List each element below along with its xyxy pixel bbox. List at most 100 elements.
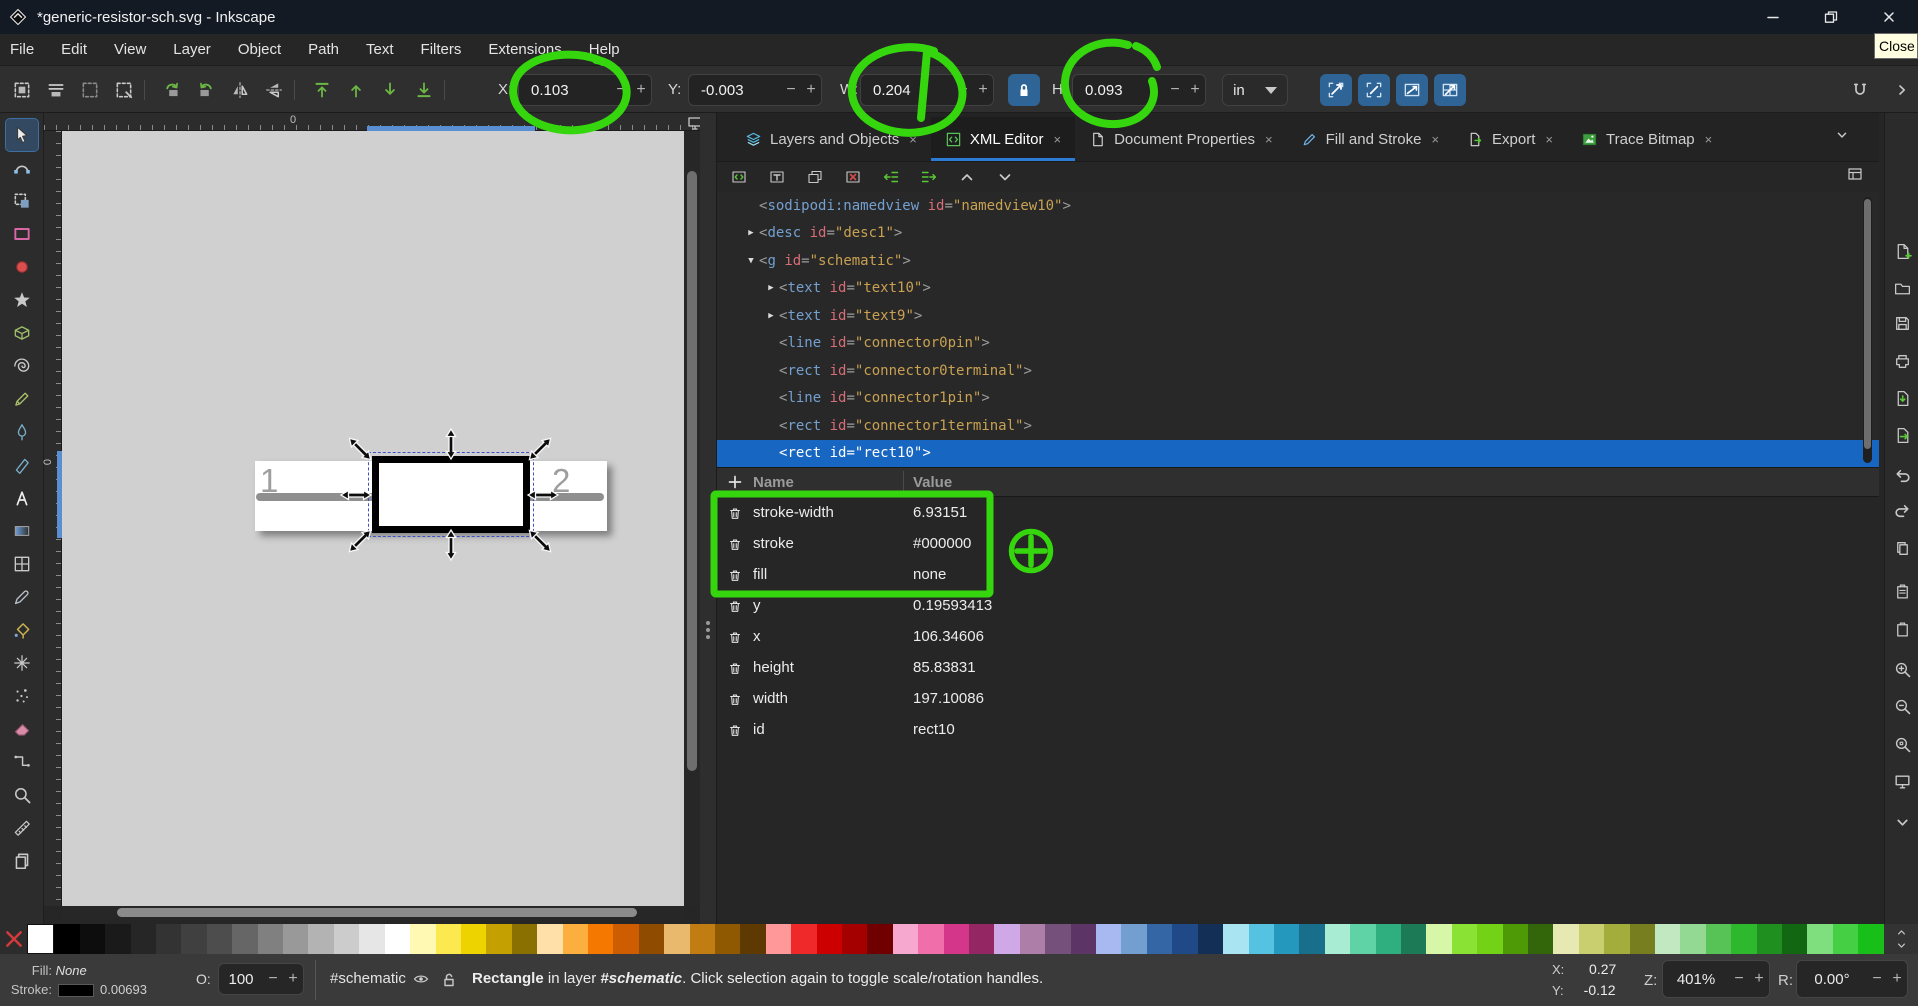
color-swatch[interactable] <box>1172 924 1198 954</box>
delete-attribute-icon[interactable] <box>717 505 753 521</box>
color-swatch[interactable] <box>1477 924 1503 954</box>
layer-lock-icon[interactable] <box>440 970 458 988</box>
eraser-tool[interactable] <box>6 713 38 745</box>
delete-attribute-icon[interactable] <box>717 691 753 707</box>
color-swatch[interactable] <box>1807 924 1833 954</box>
lower-to-bottom-button[interactable] <box>410 76 438 104</box>
scale-gradient-button[interactable] <box>1396 74 1428 106</box>
scale-corners-button[interactable] <box>1358 74 1390 106</box>
vertical-scrollbar-thumb[interactable] <box>687 171 697 771</box>
tab-close-icon[interactable]: × <box>1053 132 1061 147</box>
color-swatch[interactable] <box>130 924 157 954</box>
color-swatch[interactable] <box>1502 924 1528 954</box>
delete-attribute-icon[interactable] <box>717 722 753 738</box>
star-tool[interactable] <box>6 284 38 316</box>
color-swatch[interactable] <box>1629 924 1655 954</box>
attribute-row-stroke-width[interactable]: stroke-width 6.93151 <box>717 497 1879 528</box>
calligraphy-tool[interactable] <box>6 449 38 481</box>
vertical-scrollbar[interactable] <box>684 131 700 906</box>
opacity-decrement-button[interactable]: − <box>263 970 283 988</box>
rotation-field[interactable]: 0.00° − + <box>1796 960 1908 998</box>
attribute-name[interactable]: stroke-width <box>753 504 913 521</box>
zoom-value[interactable]: 401% <box>1663 971 1729 988</box>
rotate-cw-button[interactable] <box>192 76 220 104</box>
mesh-tool[interactable] <box>6 548 38 580</box>
color-swatch[interactable] <box>1756 924 1783 954</box>
attribute-row-x[interactable]: x 106.34606 <box>717 621 1879 652</box>
attribute-value[interactable]: none <box>913 566 946 583</box>
y-increment-button[interactable]: + <box>801 81 821 99</box>
tab-export[interactable]: Export × <box>1453 117 1567 161</box>
xml-panel-layout-button[interactable] <box>1846 165 1864 183</box>
shape-builder-tool[interactable] <box>6 185 38 217</box>
color-swatch[interactable] <box>1273 924 1300 954</box>
zoom-tool[interactable] <box>6 779 38 811</box>
duplicate-node-button[interactable] <box>803 165 827 189</box>
snap-bar-expand-button[interactable] <box>1888 76 1916 104</box>
clipboard-button[interactable] <box>1890 617 1914 641</box>
menu-help[interactable]: Help <box>589 41 620 58</box>
selector-tool[interactable] <box>4 118 39 152</box>
new-element-node-button[interactable] <box>727 165 751 189</box>
delete-node-button[interactable] <box>841 165 865 189</box>
flip-horizontal-button[interactable] <box>226 76 254 104</box>
color-swatch[interactable] <box>181 924 207 954</box>
h-field[interactable]: 0.093 − + <box>1072 74 1206 106</box>
color-swatch[interactable] <box>1731 924 1757 954</box>
color-swatch[interactable] <box>816 924 842 954</box>
color-swatch[interactable] <box>689 924 715 954</box>
color-swatch[interactable] <box>1451 924 1478 954</box>
color-swatch[interactable] <box>1045 924 1071 954</box>
color-swatch[interactable] <box>994 924 1020 954</box>
color-swatch[interactable] <box>537 924 563 954</box>
attribute-name[interactable]: x <box>753 628 913 645</box>
color-swatch[interactable] <box>1400 924 1427 954</box>
menu-view[interactable]: View <box>114 41 146 58</box>
chevron-down-button[interactable] <box>1890 810 1914 834</box>
color-swatch[interactable] <box>562 924 588 954</box>
color-swatch[interactable] <box>1858 924 1884 954</box>
stroke-color-swatch[interactable] <box>58 984 94 998</box>
color-swatch[interactable] <box>257 924 284 954</box>
attribute-row-width[interactable]: width 197.10086 <box>717 683 1879 714</box>
attribute-name[interactable]: width <box>753 690 913 707</box>
dock-tab-overflow-button[interactable] <box>1834 127 1850 143</box>
color-swatch[interactable] <box>740 924 766 954</box>
color-swatch[interactable] <box>1070 924 1097 954</box>
menu-path[interactable]: Path <box>308 41 339 58</box>
color-swatch[interactable] <box>206 924 233 954</box>
box3d-tool[interactable] <box>6 317 38 349</box>
attribute-row-height[interactable]: height 85.83831 <box>717 652 1879 683</box>
color-swatch[interactable] <box>486 924 512 954</box>
dock-splitter[interactable] <box>700 113 716 924</box>
delete-attribute-icon[interactable] <box>717 536 753 552</box>
color-swatch[interactable] <box>1299 924 1325 954</box>
w-increment-button[interactable]: + <box>973 81 993 99</box>
layer-visibility-icon[interactable] <box>412 970 430 988</box>
spray-tool[interactable] <box>6 680 38 712</box>
color-swatch[interactable] <box>156 924 182 954</box>
color-swatch[interactable] <box>1019 924 1046 954</box>
lock-aspect-button[interactable] <box>1008 74 1040 106</box>
attribute-value[interactable]: 85.83831 <box>913 659 976 676</box>
stroke-width-value[interactable]: 0.00693 <box>100 982 147 997</box>
gradient-tool[interactable] <box>6 515 38 547</box>
tab-close-icon[interactable]: × <box>1705 132 1713 147</box>
select-all-layers-button[interactable] <box>42 76 70 104</box>
color-swatch[interactable] <box>1680 924 1706 954</box>
color-swatch[interactable] <box>664 924 690 954</box>
color-swatch[interactable] <box>638 924 665 954</box>
color-swatch[interactable] <box>969 924 995 954</box>
raise-to-top-button[interactable] <box>308 76 336 104</box>
xml-node-desc1[interactable]: ▶ < desc id = "desc1" > <box>717 220 1879 248</box>
color-swatch[interactable] <box>333 924 360 954</box>
spiral-tool[interactable] <box>6 350 38 382</box>
attribute-row-stroke[interactable]: stroke #000000 <box>717 528 1879 559</box>
x-field[interactable]: 0.103 − + <box>518 74 652 106</box>
tab-fill-and-stroke[interactable]: Fill and Stroke × <box>1287 117 1453 161</box>
delete-attribute-icon[interactable] <box>717 567 753 583</box>
tab-close-icon[interactable]: × <box>1431 132 1439 147</box>
color-swatch[interactable] <box>1655 924 1681 954</box>
delete-attribute-icon[interactable] <box>717 598 753 614</box>
document-new-button[interactable] <box>1890 239 1914 263</box>
